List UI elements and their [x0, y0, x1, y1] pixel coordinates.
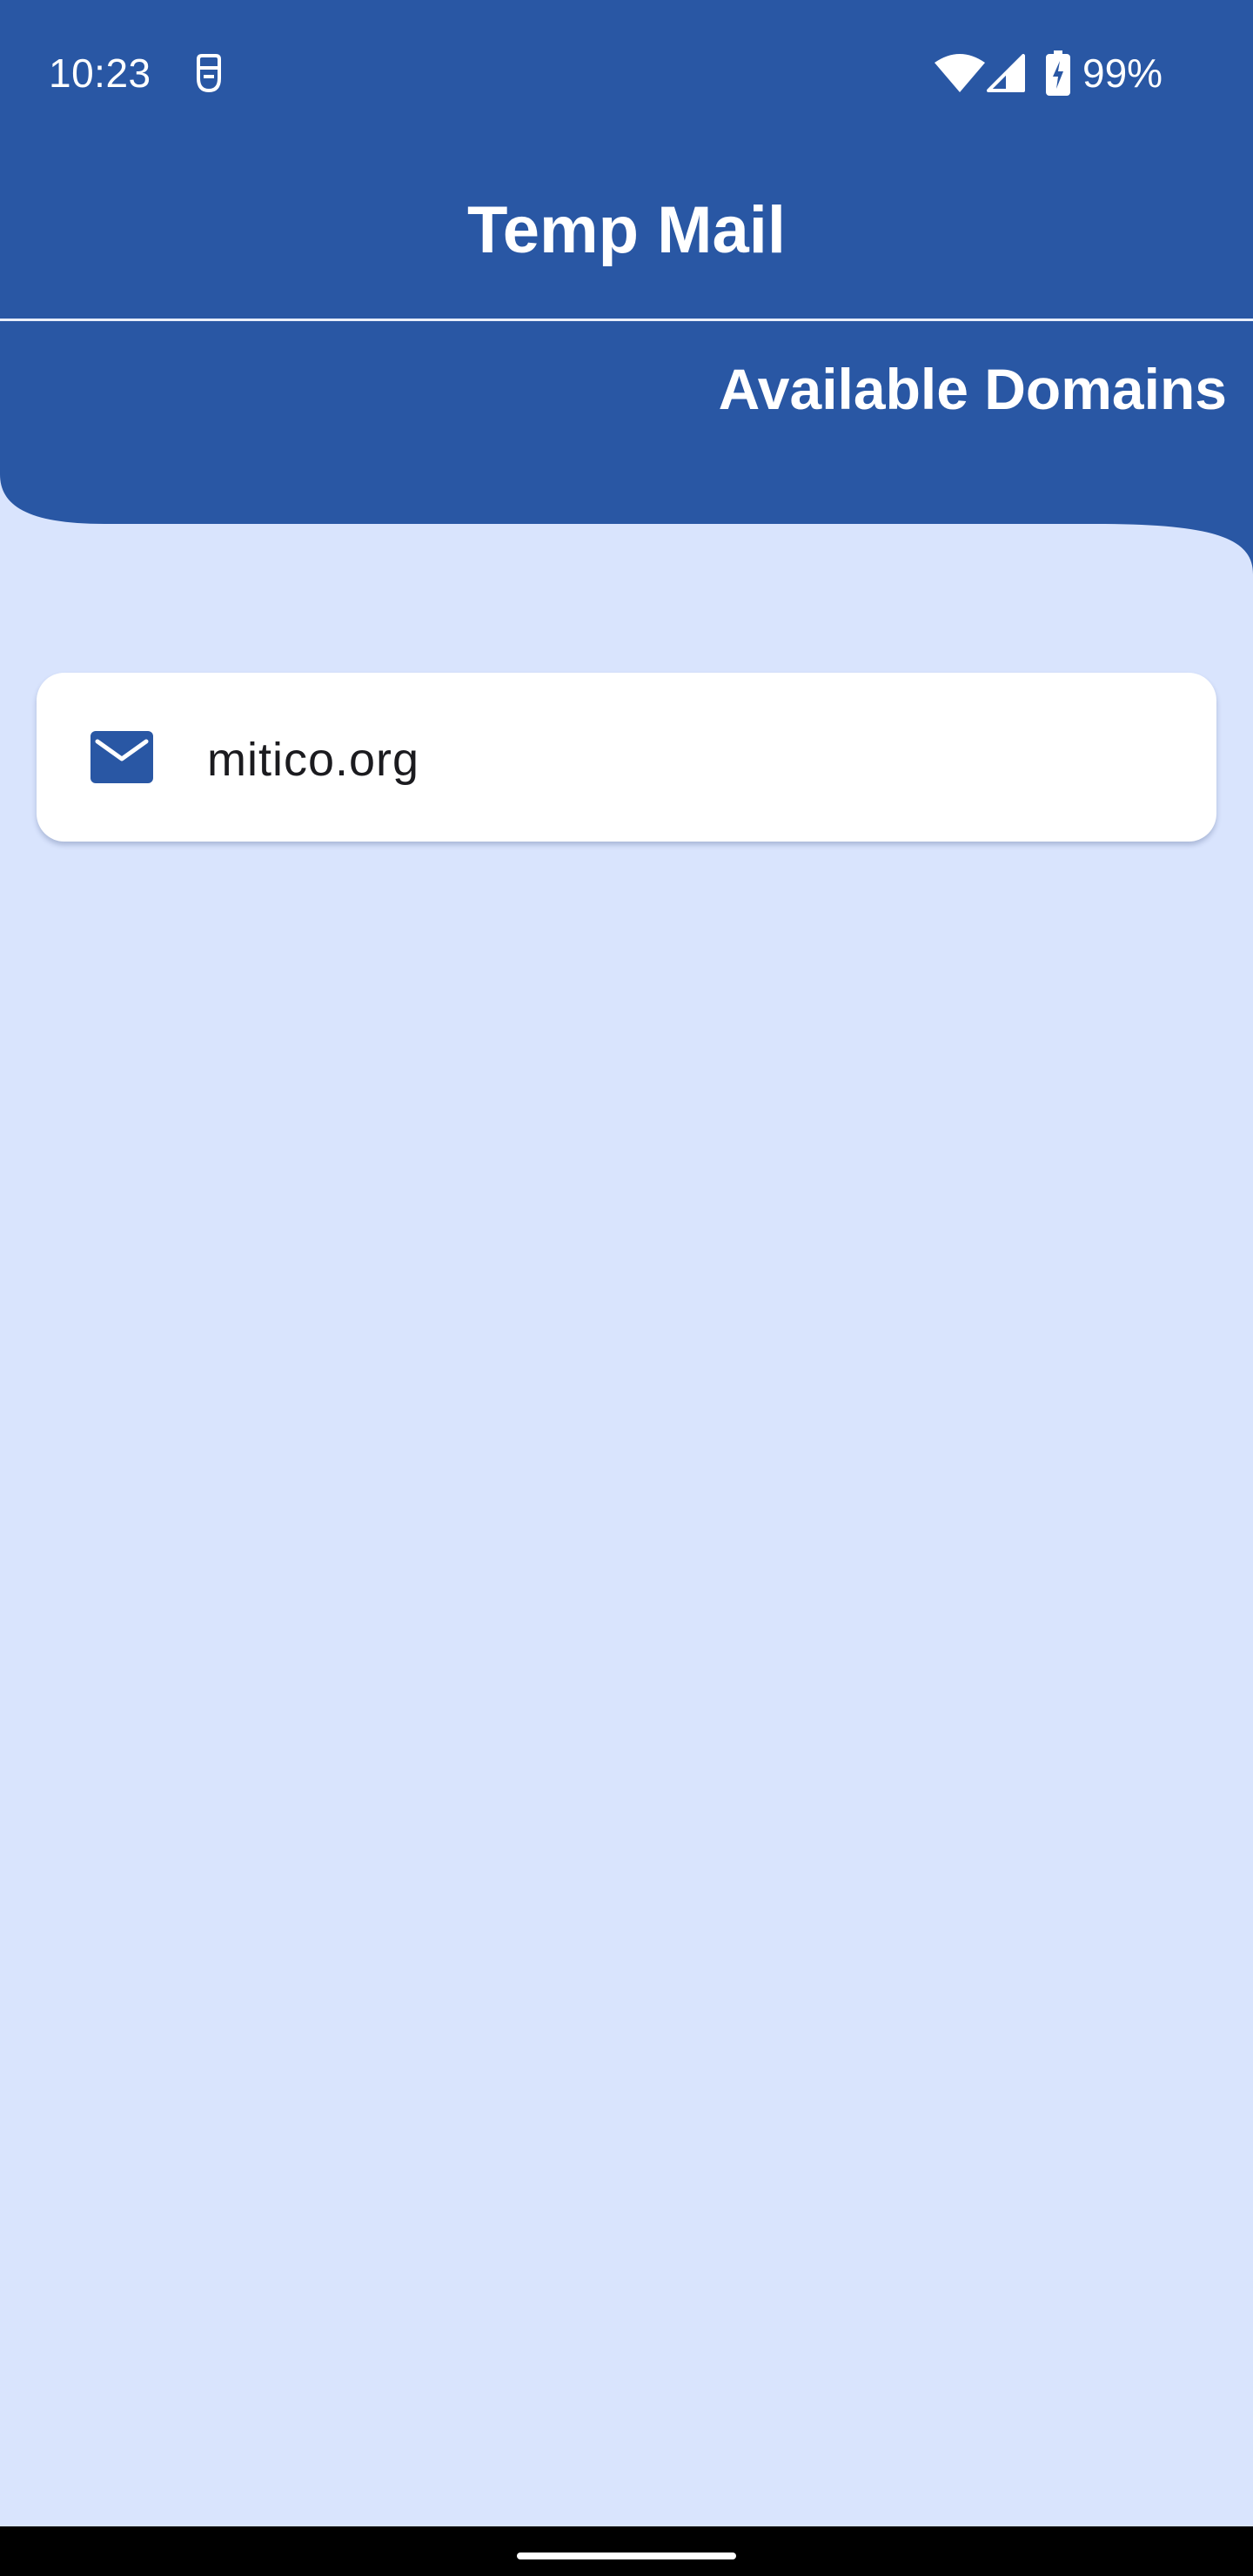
- status-time: 10:23: [49, 50, 151, 96]
- navigation-bar: [0, 2526, 1253, 2576]
- wifi-icon: [935, 54, 985, 92]
- signal-icon: [987, 54, 1025, 92]
- app-title: Temp Mail: [467, 193, 786, 267]
- divider: [0, 319, 1253, 321]
- battery-percentage: 99%: [1082, 50, 1163, 96]
- domain-list-item[interactable]: mitico.org: [37, 673, 1216, 842]
- developer-icon: [197, 54, 221, 93]
- domain-name: mitico.org: [207, 734, 420, 786]
- status-bar: 10:23 99%: [0, 0, 1253, 148]
- battery-charging-icon: [1046, 50, 1070, 96]
- mail-icon: [90, 731, 153, 783]
- home-handle[interactable]: [517, 2553, 736, 2559]
- section-title: Available Domains: [718, 357, 1227, 421]
